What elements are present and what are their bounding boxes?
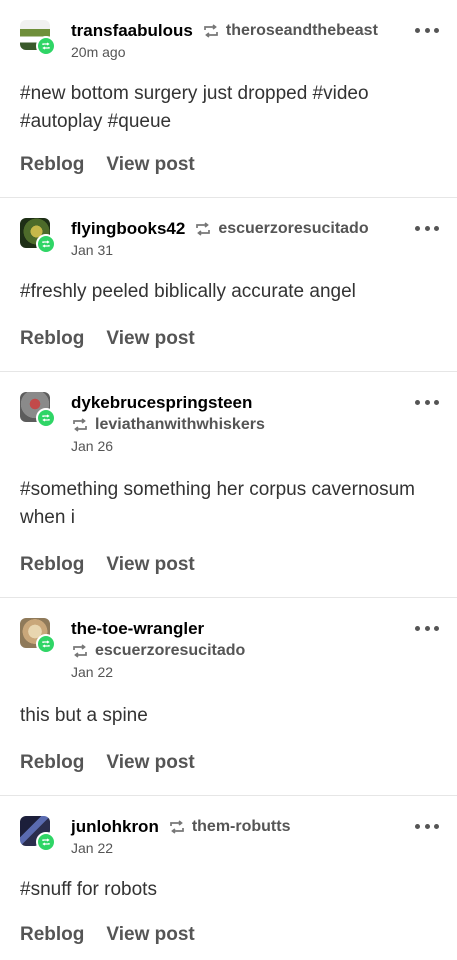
avatar[interactable]: [20, 218, 56, 254]
reblog-badge-icon: [36, 408, 56, 428]
note-item: transfaabulous theroseandthebeast 20m ag…: [0, 0, 457, 198]
blog-name-link[interactable]: dykebrucespringsteen: [71, 393, 252, 413]
reblog-icon: [194, 220, 212, 238]
source-blog-link[interactable]: leviathanwithwhiskers: [95, 416, 265, 434]
more-options-icon[interactable]: [415, 620, 439, 636]
reblog-badge-icon: [36, 36, 56, 56]
more-options-icon[interactable]: [415, 394, 439, 410]
source-blog-link[interactable]: them-robutts: [192, 818, 291, 836]
avatar[interactable]: [20, 816, 56, 852]
more-options-icon[interactable]: [415, 220, 439, 236]
note-item: junlohkron them-robutts Jan 22 #snuff fo…: [0, 796, 457, 960]
avatar[interactable]: [20, 20, 56, 56]
source-blog-link[interactable]: escuerzoresucitado: [95, 642, 245, 660]
blog-name-link[interactable]: flyingbooks42: [71, 219, 185, 239]
blog-name-link[interactable]: the-toe-wrangler: [71, 619, 204, 639]
blog-name-link[interactable]: transfaabulous: [71, 21, 193, 41]
post-text: #something something her corpus cavernos…: [20, 479, 415, 528]
reblog-badge-icon: [36, 832, 56, 852]
timestamp: Jan 22: [71, 840, 114, 856]
source-blog-link[interactable]: escuerzoresucitado: [218, 220, 368, 238]
reblog-button[interactable]: Reblog: [20, 554, 84, 576]
view-post-button[interactable]: View post: [106, 554, 194, 576]
reblog-icon: [71, 416, 89, 434]
view-post-button[interactable]: View post: [106, 154, 194, 176]
avatar[interactable]: [20, 618, 56, 654]
note-item: dykebrucespringsteen leviathanwithwhiske…: [0, 372, 457, 598]
view-post-button[interactable]: View post: [106, 924, 194, 946]
reblog-button[interactable]: Reblog: [20, 924, 84, 946]
reblog-button[interactable]: Reblog: [20, 752, 84, 774]
reblog-icon: [168, 818, 186, 836]
more-options-icon[interactable]: [415, 22, 439, 38]
note-item: the-toe-wrangler escuerzoresucitado Jan …: [0, 598, 457, 796]
view-post-button[interactable]: View post: [106, 752, 194, 774]
timestamp: 20m ago: [71, 44, 126, 60]
post-text: this but a spine: [20, 705, 148, 726]
post-text: #freshly peeled biblically accurate ange…: [20, 281, 356, 302]
reblog-icon: [71, 642, 89, 660]
source-blog-link[interactable]: theroseandthebeast: [226, 22, 378, 40]
post-text: #new bottom surgery just dropped #video …: [20, 83, 369, 132]
view-post-button[interactable]: View post: [106, 328, 194, 350]
timestamp: Jan 26: [71, 438, 114, 454]
avatar[interactable]: [20, 392, 56, 428]
timestamp: Jan 22: [71, 664, 114, 680]
reblog-button[interactable]: Reblog: [20, 328, 84, 350]
post-text: #snuff for robots: [20, 879, 157, 900]
reblog-icon: [202, 22, 220, 40]
blog-name-link[interactable]: junlohkron: [71, 817, 159, 837]
reblog-badge-icon: [36, 234, 56, 254]
more-options-icon[interactable]: [415, 818, 439, 834]
note-item: flyingbooks42 escuerzoresucitado Jan 31 …: [0, 198, 457, 372]
reblog-badge-icon: [36, 634, 56, 654]
timestamp: Jan 31: [71, 242, 114, 258]
reblog-button[interactable]: Reblog: [20, 154, 84, 176]
